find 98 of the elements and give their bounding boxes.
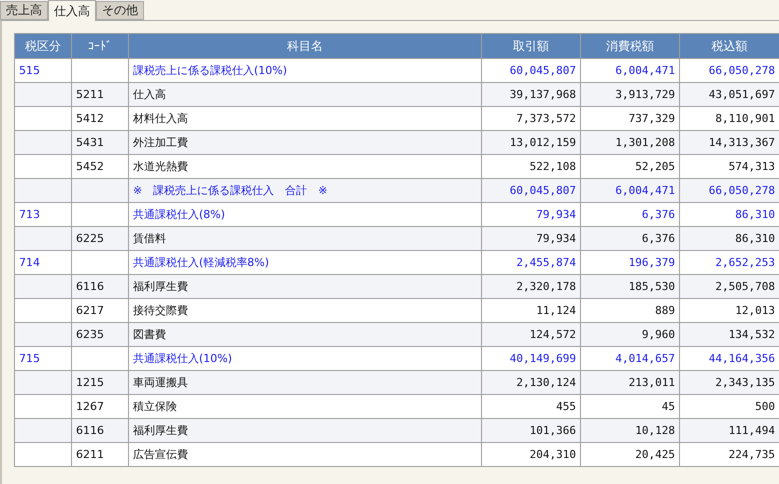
account-name-cell: ※ 課税売上に係る課税仕入 合計 ※	[129, 179, 482, 203]
code-cell: 6217	[72, 299, 129, 323]
total-cell: 66,050,278	[680, 59, 779, 83]
tax-cell: 1,301,208	[581, 131, 680, 155]
total-cell: 44,164,356	[680, 347, 779, 371]
total-cell: 2,652,253	[680, 251, 779, 275]
amount-cell: 11,124	[482, 299, 581, 323]
code-cell	[72, 251, 129, 275]
column-header: 消費税額	[581, 34, 680, 59]
account-name-cell: 積立保険	[129, 395, 482, 419]
tax-cell: 4,014,657	[581, 347, 680, 371]
tax-cell: 889	[581, 299, 680, 323]
code-cell: 1267	[72, 395, 129, 419]
account-name-cell: 図書費	[129, 323, 482, 347]
account-name-cell: 賃借料	[129, 227, 482, 251]
tax-cell: 6,376	[581, 227, 680, 251]
total-cell: 2,343,135	[680, 371, 779, 395]
total-cell: 86,310	[680, 227, 779, 251]
total-cell: 500	[680, 395, 779, 419]
code-cell: 6116	[72, 275, 129, 299]
tax-class-cell: 713	[15, 203, 72, 227]
tax-cell: 6,004,471	[581, 179, 680, 203]
code-cell: 6235	[72, 323, 129, 347]
account-name-cell: 材料仕入高	[129, 107, 482, 131]
amount-cell: 79,934	[482, 227, 581, 251]
tab[interactable]: その他	[96, 1, 144, 20]
column-header: 税込額	[680, 34, 779, 59]
code-cell: 5452	[72, 155, 129, 179]
account-name-cell: 水道光熱費	[129, 155, 482, 179]
tax-cell: 20,425	[581, 443, 680, 467]
amount-cell: 2,130,124	[482, 371, 581, 395]
amount-cell: 204,310	[482, 443, 581, 467]
total-cell: 224,735	[680, 443, 779, 467]
total-cell: 86,310	[680, 203, 779, 227]
account-name-cell: 共通課税仕入(8%)	[129, 203, 482, 227]
tax-cell: 213,011	[581, 371, 680, 395]
account-name-cell: 広告宣伝費	[129, 443, 482, 467]
tab[interactable]: 仕入高	[48, 0, 96, 21]
amount-cell: 455	[482, 395, 581, 419]
tax-cell: 10,128	[581, 419, 680, 443]
tax-cell: 185,530	[581, 275, 680, 299]
total-cell: 43,051,697	[680, 83, 779, 107]
amount-cell: 40,149,699	[482, 347, 581, 371]
amount-cell: 2,320,178	[482, 275, 581, 299]
tax-cell: 45	[581, 395, 680, 419]
account-name-cell: 課税売上に係る課税仕入(10%)	[129, 59, 482, 83]
account-name-cell: 共通課税仕入(10%)	[129, 347, 482, 371]
column-header: ｺｰﾄﾞ	[72, 34, 129, 59]
tax-cell: 52,205	[581, 155, 680, 179]
amount-cell: 7,373,572	[482, 107, 581, 131]
account-name-cell: 福利厚生費	[129, 419, 482, 443]
total-cell: 111,494	[680, 419, 779, 443]
amount-cell: 124,572	[482, 323, 581, 347]
code-cell	[72, 179, 129, 203]
account-name-cell: 福利厚生費	[129, 275, 482, 299]
account-name-cell: 外注加工費	[129, 131, 482, 155]
amount-cell: 79,934	[482, 203, 581, 227]
code-cell	[72, 59, 129, 83]
account-name-cell: 車両運搬具	[129, 371, 482, 395]
total-cell: 14,313,367	[680, 131, 779, 155]
amount-cell: 13,012,159	[482, 131, 581, 155]
tax-class-cell: 714	[15, 251, 72, 275]
code-cell: 6225	[72, 227, 129, 251]
amount-cell: 39,137,968	[482, 83, 581, 107]
tax-cell: 196,379	[581, 251, 680, 275]
account-name-cell: 共通課税仕入(軽減税率8%)	[129, 251, 482, 275]
total-cell: 2,505,708	[680, 275, 779, 299]
tax-cell: 3,913,729	[581, 83, 680, 107]
code-cell: 5412	[72, 107, 129, 131]
account-name-cell: 仕入高	[129, 83, 482, 107]
tax-class-cell: 715	[15, 347, 72, 371]
amount-cell: 522,108	[482, 155, 581, 179]
tax-class-cell: 515	[15, 59, 72, 83]
total-cell: 12,013	[680, 299, 779, 323]
tax-cell: 737,329	[581, 107, 680, 131]
code-cell: 5211	[72, 83, 129, 107]
column-header: 取引額	[482, 34, 581, 59]
amount-cell: 2,455,874	[482, 251, 581, 275]
amount-cell: 60,045,807	[482, 179, 581, 203]
code-cell	[72, 203, 129, 227]
total-cell: 134,532	[680, 323, 779, 347]
column-header: 税区分	[15, 34, 72, 59]
tab[interactable]: 売上高	[0, 1, 48, 20]
total-cell: 574,313	[680, 155, 779, 179]
code-cell	[72, 347, 129, 371]
total-cell: 66,050,278	[680, 179, 779, 203]
tax-cell: 6,376	[581, 203, 680, 227]
amount-cell: 101,366	[482, 419, 581, 443]
code-cell: 6211	[72, 443, 129, 467]
code-cell: 5431	[72, 131, 129, 155]
account-name-cell: 接待交際費	[129, 299, 482, 323]
code-cell: 6116	[72, 419, 129, 443]
tax-cell: 6,004,471	[581, 59, 680, 83]
column-header: 科目名	[129, 34, 482, 59]
amount-cell: 60,045,807	[482, 59, 581, 83]
tax-cell: 9,960	[581, 323, 680, 347]
code-cell: 1215	[72, 371, 129, 395]
total-cell: 8,110,901	[680, 107, 779, 131]
